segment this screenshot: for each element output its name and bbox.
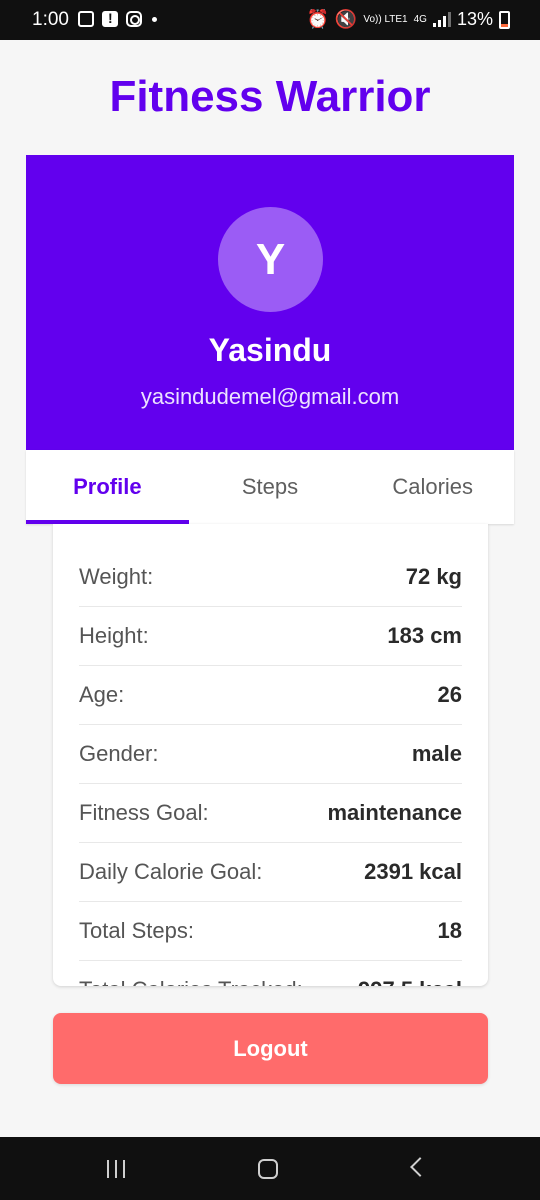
detail-value: maintenance bbox=[327, 800, 463, 825]
notification-icons bbox=[78, 10, 157, 27]
instagram-icon bbox=[126, 11, 142, 27]
app-title: Fitness Warrior bbox=[109, 72, 431, 121]
home-icon[interactable] bbox=[258, 1159, 278, 1179]
detail-row-total-calories: Total Calories Tracked: 997.5 kcal bbox=[79, 961, 462, 986]
detail-value: 72 kg bbox=[405, 564, 462, 589]
profile-header: Y Yasindu yasindudemel@gmail.com bbox=[26, 155, 514, 450]
back-icon[interactable] bbox=[410, 1157, 430, 1177]
signal-icon bbox=[432, 12, 451, 27]
volte-indicator: Vo)) LTE1 bbox=[363, 14, 408, 25]
tab-profile[interactable]: Profile bbox=[26, 450, 189, 524]
alarm-icon: ⏰ bbox=[306, 9, 329, 29]
tab-bar: Profile Steps Calories bbox=[26, 450, 514, 524]
status-bar: 1:00 ⏰ 🔇 Vo)) LTE1 4G 13% bbox=[0, 0, 540, 40]
detail-value: 18 bbox=[437, 918, 462, 943]
detail-value: 997.5 kcal bbox=[358, 977, 462, 986]
logout-button[interactable]: Logout bbox=[53, 1013, 488, 1084]
detail-label: Weight: bbox=[79, 564, 154, 589]
detail-row-daily-calorie-goal: Daily Calorie Goal: 2391 kcal bbox=[79, 843, 462, 902]
status-time: 1:00 bbox=[32, 9, 69, 30]
system-nav-bar bbox=[0, 1137, 540, 1200]
detail-row-weight: Weight: 72 kg bbox=[79, 548, 462, 607]
tab-steps[interactable]: Steps bbox=[189, 450, 352, 524]
detail-label: Age: bbox=[79, 682, 125, 707]
detail-row-age: Age: 26 bbox=[79, 666, 462, 725]
detail-value: 183 cm bbox=[387, 623, 462, 648]
battery-icon bbox=[499, 10, 510, 29]
user-name: Yasindu bbox=[208, 332, 332, 368]
user-email: yasindudemel@gmail.com bbox=[140, 384, 400, 409]
battery-percent: 13% bbox=[456, 9, 493, 29]
detail-value: 26 bbox=[437, 682, 462, 707]
detail-label: Total Calories Tracked: bbox=[79, 977, 303, 986]
detail-label: Fitness Goal: bbox=[79, 800, 209, 825]
system-icons: ⏰ 🔇 Vo)) LTE1 4G 13% bbox=[306, 9, 510, 30]
detail-row-total-steps: Total Steps: 18 bbox=[79, 902, 462, 961]
detail-row-height: Height: 183 cm bbox=[79, 607, 462, 666]
recents-icon[interactable] bbox=[107, 1160, 125, 1178]
avatar: Y bbox=[218, 207, 323, 312]
more-notifications-icon bbox=[152, 16, 157, 22]
alert-icon bbox=[102, 10, 118, 27]
profile-details-card[interactable]: Weight: 72 kg Height: 183 cm Age: 26 Gen… bbox=[53, 524, 488, 986]
detail-value: 2391 kcal bbox=[364, 859, 462, 884]
gallery-icon bbox=[78, 11, 94, 27]
detail-row-gender: Gender: male bbox=[79, 725, 462, 784]
detail-label: Gender: bbox=[79, 741, 159, 766]
detail-label: Daily Calorie Goal: bbox=[79, 859, 263, 884]
tab-calories[interactable]: Calories bbox=[351, 450, 514, 524]
detail-row-fitness-goal: Fitness Goal: maintenance bbox=[79, 784, 462, 843]
detail-value: male bbox=[411, 741, 462, 766]
detail-label: Height: bbox=[79, 623, 149, 648]
mute-icon: 🔇 bbox=[334, 9, 358, 29]
network-type: 4G bbox=[413, 14, 427, 25]
detail-label: Total Steps: bbox=[79, 918, 194, 943]
